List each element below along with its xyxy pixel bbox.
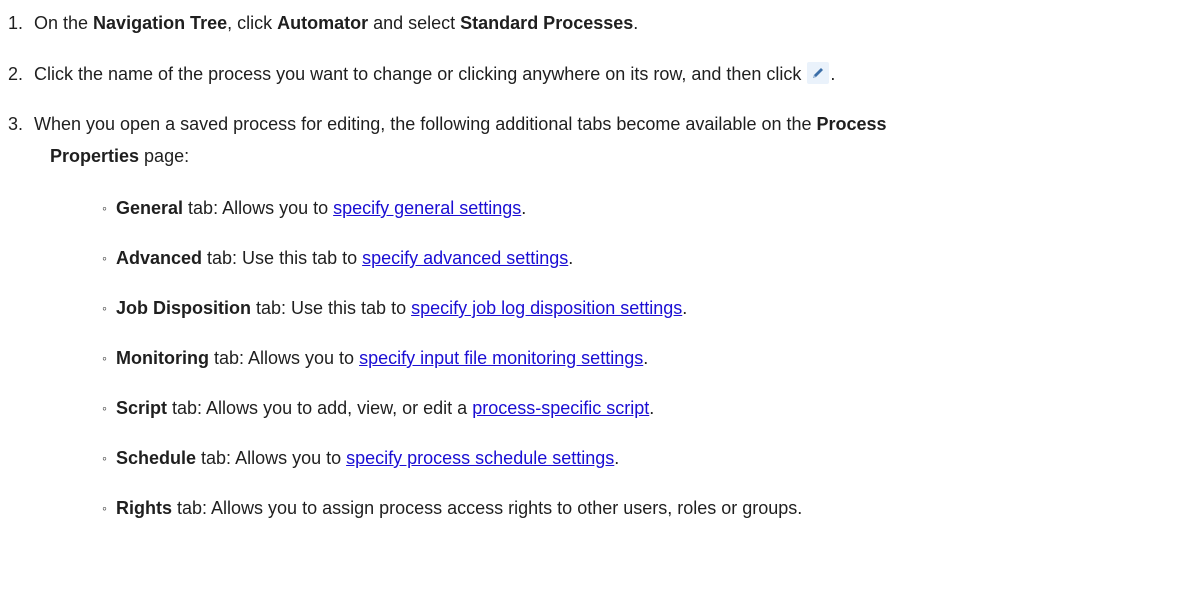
text-run: page:: [139, 146, 190, 166]
procedure-document: 1. On the Navigation Tree, click Automat…: [0, 0, 1188, 612]
text-run: tab: Allows you to: [196, 448, 347, 468]
bullet: ◦: [102, 300, 107, 316]
link-job-log-disposition-settings[interactable]: specify job log disposition settings: [411, 298, 682, 318]
text-run: .: [682, 298, 688, 318]
bullet: ◦: [102, 200, 107, 216]
ui-term-standard-processes: Standard Processes: [460, 13, 634, 33]
text-run: Click the name of the process you want t…: [34, 64, 802, 84]
text-run: tab: Allows you to: [183, 198, 334, 218]
text-run: tab: Allows you to: [208, 348, 360, 368]
text-run: .: [521, 198, 527, 218]
link-general-settings[interactable]: specify general settings: [333, 198, 521, 218]
ui-term-process: Process: [816, 114, 887, 134]
pencil-edit-icon: [807, 62, 830, 84]
text-run: tab: Allows you to assign process access…: [172, 498, 803, 518]
step-1-text: On the Navigation Tree, click Automator …: [34, 7, 1184, 39]
tab-item-rights: ◦ Rights tab: Allows you to assign proce…: [102, 496, 803, 520]
tab-name: Advanced: [116, 248, 203, 268]
tab-item-general: ◦ General tab: Allows you to specify gen…: [102, 196, 527, 220]
link-advanced-settings[interactable]: specify advanced settings: [362, 248, 568, 268]
tab-name: Schedule: [116, 448, 197, 468]
tab-name: Monitoring: [116, 348, 209, 368]
text-run: .: [649, 398, 655, 418]
step-2-text: Click the name of the process you want t…: [34, 58, 1184, 90]
tab-item-script: ◦ Script tab: Allows you to add, view, o…: [102, 396, 655, 420]
ui-term-automator: Automator: [277, 13, 369, 33]
bullet: ◦: [102, 250, 107, 266]
text-run: .: [633, 13, 639, 33]
text-run: tab: Use this tab to: [251, 298, 412, 318]
step-3-line-2: Properties page:: [34, 140, 1184, 172]
tab-item-advanced: ◦ Advanced tab: Use this tab to specify …: [102, 246, 574, 270]
text-run: , click: [227, 13, 278, 33]
link-process-specific-script[interactable]: process-specific script: [472, 398, 649, 418]
bullet: ◦: [102, 500, 107, 516]
text-run: and select: [368, 13, 461, 33]
text-run: .: [568, 248, 574, 268]
step-3-text: When you open a saved process for editin…: [34, 108, 1184, 172]
tab-name: Job Disposition: [116, 298, 251, 318]
tab-name: Rights: [116, 498, 172, 518]
bullet: ◦: [102, 350, 107, 366]
text-run: .: [614, 448, 620, 468]
bullet: ◦: [102, 400, 107, 416]
ui-term-navigation-tree: Navigation Tree: [93, 13, 228, 33]
text-run: On the: [34, 13, 94, 33]
text-run: tab: Allows you to add, view, or edit a: [167, 398, 473, 418]
tab-name: Script: [116, 398, 168, 418]
tab-item-schedule: ◦ Schedule tab: Allows you to specify pr…: [102, 446, 620, 470]
link-process-schedule-settings[interactable]: specify process schedule settings: [346, 448, 614, 468]
text-run: .: [830, 64, 836, 84]
ui-term-properties: Properties: [50, 146, 140, 166]
link-input-file-monitoring-settings[interactable]: specify input file monitoring settings: [359, 348, 643, 368]
tab-name: General: [116, 198, 184, 218]
text-run: When you open a saved process for editin…: [34, 114, 817, 134]
tab-item-monitoring: ◦ Monitoring tab: Allows you to specify …: [102, 346, 649, 370]
text-run: tab: Use this tab to: [202, 248, 363, 268]
bullet: ◦: [102, 450, 107, 466]
tab-item-job-disposition: ◦ Job Disposition tab: Use this tab to s…: [102, 296, 688, 320]
text-run: .: [643, 348, 649, 368]
